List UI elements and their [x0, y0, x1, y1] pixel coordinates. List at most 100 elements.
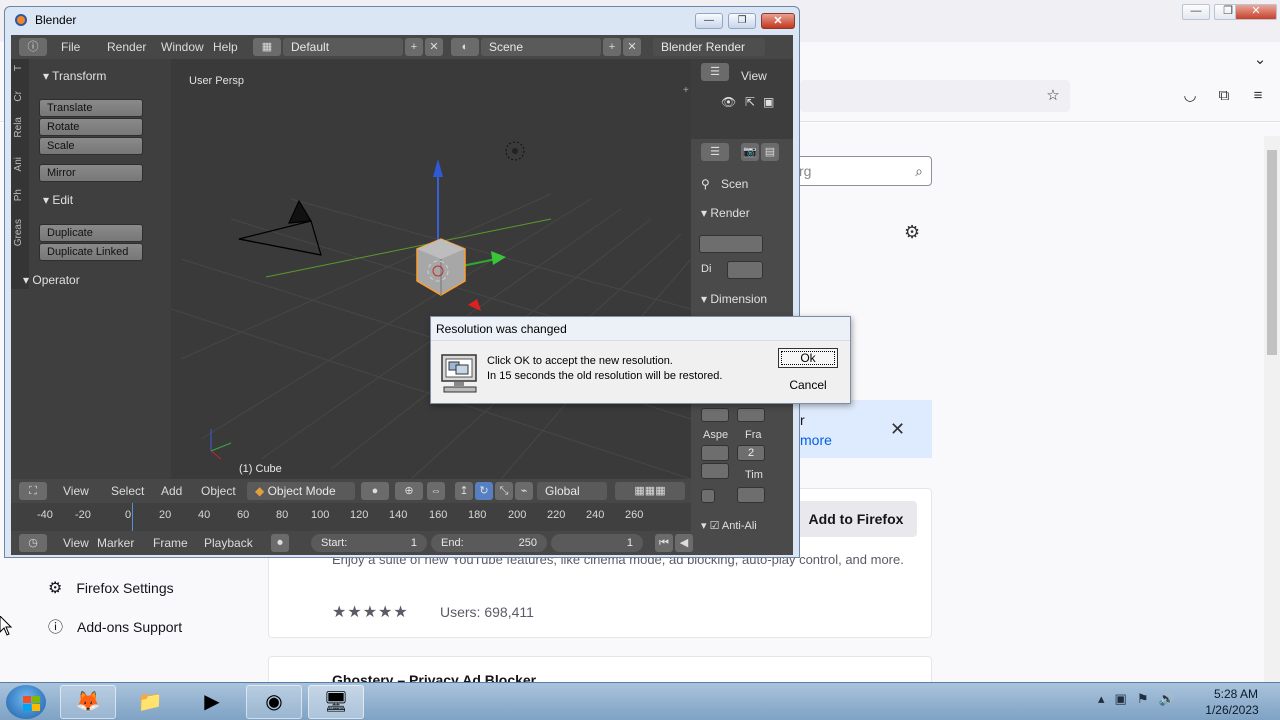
- orientation-select[interactable]: Global: [537, 482, 607, 500]
- scale-manipulator-icon[interactable]: ⤡: [495, 482, 513, 500]
- aspect-x-field[interactable]: [701, 445, 729, 461]
- play-reverse-icon[interactable]: ◀: [675, 534, 693, 552]
- layers-tab-icon[interactable]: ▤: [761, 143, 779, 161]
- rotate-button[interactable]: Rotate: [39, 118, 143, 136]
- shading-icon[interactable]: ●: [361, 482, 389, 500]
- extensions-icon[interactable]: ⧉: [1214, 86, 1234, 106]
- timeline-menu-view[interactable]: View: [63, 536, 89, 550]
- rotate-manipulator-icon[interactable]: ↻: [475, 482, 493, 500]
- mirror-button[interactable]: Mirror: [39, 164, 143, 182]
- scene-field[interactable]: Scene: [481, 38, 601, 56]
- menu-window[interactable]: Window: [161, 40, 204, 54]
- snap-icon[interactable]: ⌁: [515, 482, 533, 500]
- render-buttons[interactable]: [699, 235, 763, 253]
- editor-type-icon[interactable]: ⛶: [19, 482, 47, 500]
- mode-select[interactable]: ◆ Object Mode: [247, 482, 355, 500]
- start-frame-field[interactable]: Start: 1: [311, 534, 427, 552]
- outliner-view-menu[interactable]: View: [741, 69, 767, 83]
- timeline-menu-frame[interactable]: Frame: [153, 536, 188, 550]
- learn-more-link[interactable]: more: [800, 432, 832, 448]
- show-hidden-icons-icon[interactable]: ▴: [1098, 691, 1105, 707]
- render-engine-select[interactable]: Blender Render: [653, 38, 765, 56]
- aspect-y-field[interactable]: [701, 463, 729, 479]
- light-object[interactable]: [505, 141, 525, 161]
- timeline-ruler[interactable]: -40 -20 0 20 40 60 80 100 120 140 160 18…: [11, 503, 691, 531]
- scale-button[interactable]: Scale: [39, 137, 143, 155]
- current-frame-marker[interactable]: [132, 503, 133, 531]
- close-icon[interactable]: ✕: [890, 419, 905, 440]
- pivot-icon[interactable]: ⊕: [395, 482, 423, 500]
- border-checkbox[interactable]: [701, 489, 715, 503]
- clock-date[interactable]: 1/26/2023: [1200, 703, 1264, 717]
- resolution-x-field[interactable]: [701, 408, 729, 422]
- addons-support-link[interactable]: ⓘ Add-ons Support: [48, 616, 182, 637]
- tab-create[interactable]: Cr: [13, 91, 27, 102]
- duplicate-linked-button[interactable]: Duplicate Linked: [39, 243, 143, 261]
- list-all-tabs-icon[interactable]: ⌄: [1250, 50, 1270, 70]
- firefox-minimize-button[interactable]: —: [1182, 4, 1210, 20]
- current-frame-field[interactable]: 1: [551, 534, 643, 552]
- firefox-close-button[interactable]: ✕: [1235, 4, 1277, 20]
- translate-manipulator-icon[interactable]: ↥: [455, 482, 473, 500]
- tab-grease-pencil[interactable]: Greas: [13, 219, 27, 246]
- scene-breadcrumb[interactable]: Scen: [721, 177, 748, 191]
- tab-tools[interactable]: T: [13, 65, 27, 71]
- display-settings-icon[interactable]: 🖥: [308, 685, 364, 719]
- manipulator-icon[interactable]: ⇔: [427, 482, 445, 500]
- url-bar[interactable]: [800, 80, 1070, 112]
- gear-icon[interactable]: ⚙: [904, 222, 920, 243]
- add-to-firefox-button[interactable]: Add to Firefox: [795, 501, 917, 537]
- scrollbar-thumb[interactable]: [1267, 150, 1277, 355]
- firefox-icon[interactable]: 🦊: [60, 685, 116, 719]
- menu-select[interactable]: Select: [111, 484, 144, 498]
- menu-object[interactable]: Object: [201, 484, 236, 498]
- add-layout-icon[interactable]: +: [405, 38, 423, 56]
- time-remap-field[interactable]: [737, 487, 765, 503]
- close-button[interactable]: ✕: [761, 13, 795, 29]
- menu-icon[interactable]: ≡: [1248, 86, 1268, 106]
- duplicate-button[interactable]: Duplicate: [39, 224, 143, 242]
- layout-field[interactable]: Default: [283, 38, 403, 56]
- display-select[interactable]: [727, 261, 763, 279]
- action-center-icon[interactable]: ⚑: [1137, 691, 1149, 707]
- select-arrow-icon[interactable]: ⇱: [745, 95, 755, 109]
- operator-panel-header[interactable]: ▾ Operator: [23, 273, 80, 287]
- remove-scene-icon[interactable]: ✕: [623, 38, 641, 56]
- visibility-eye-icon[interactable]: 👁: [721, 95, 736, 109]
- bookmark-star-icon[interactable]: ☆: [1043, 86, 1063, 106]
- pocket-icon[interactable]: ◡: [1180, 86, 1200, 106]
- editor-type-icon[interactable]: ⓘ: [19, 38, 47, 56]
- network-icon[interactable]: ▣: [1115, 691, 1127, 707]
- dimensions-panel-header[interactable]: ▾ Dimension: [701, 292, 767, 306]
- edit-panel-header[interactable]: ▾ Edit: [43, 193, 73, 207]
- menu-add[interactable]: Add: [161, 484, 182, 498]
- media-player-icon[interactable]: ▶: [184, 685, 240, 719]
- menu-help[interactable]: Help: [213, 40, 238, 54]
- clock-time[interactable]: 5:28 AM: [1206, 687, 1266, 701]
- screen-layout-icon[interactable]: ▦: [253, 38, 281, 56]
- antialiasing-panel-header[interactable]: ▾ ☑ Anti-Ali: [701, 519, 757, 532]
- ok-button[interactable]: Ok: [778, 348, 838, 368]
- end-frame-field[interactable]: End: 250: [431, 534, 547, 552]
- maximize-button[interactable]: ❐: [728, 13, 756, 29]
- remove-layout-icon[interactable]: ✕: [425, 38, 443, 56]
- transform-panel-header[interactable]: ▾ Transform: [43, 69, 106, 83]
- properties-type-icon[interactable]: ☰: [701, 143, 729, 161]
- render-panel-header[interactable]: ▾ Render: [701, 206, 750, 220]
- menu-view[interactable]: View: [63, 484, 89, 498]
- tab-animation[interactable]: Ani: [13, 157, 27, 171]
- menu-file[interactable]: File: [61, 40, 80, 54]
- minimize-button[interactable]: —: [695, 13, 723, 29]
- translate-button[interactable]: Translate: [39, 99, 143, 117]
- volume-icon[interactable]: 🔊: [1158, 691, 1174, 707]
- render-tab-icon[interactable]: 📷: [741, 143, 759, 161]
- timeline-editor-icon[interactable]: ◷: [19, 534, 47, 552]
- blender-icon[interactable]: ◉: [246, 685, 302, 719]
- tab-relations[interactable]: Rela: [13, 117, 27, 138]
- menu-render[interactable]: Render: [107, 40, 146, 54]
- file-explorer-icon[interactable]: 📁: [122, 685, 178, 719]
- resolution-y-field[interactable]: [737, 408, 765, 422]
- add-scene-icon[interactable]: +: [603, 38, 621, 56]
- add-region-icon[interactable]: +: [683, 85, 689, 96]
- scene-icon[interactable]: ◐: [451, 38, 479, 56]
